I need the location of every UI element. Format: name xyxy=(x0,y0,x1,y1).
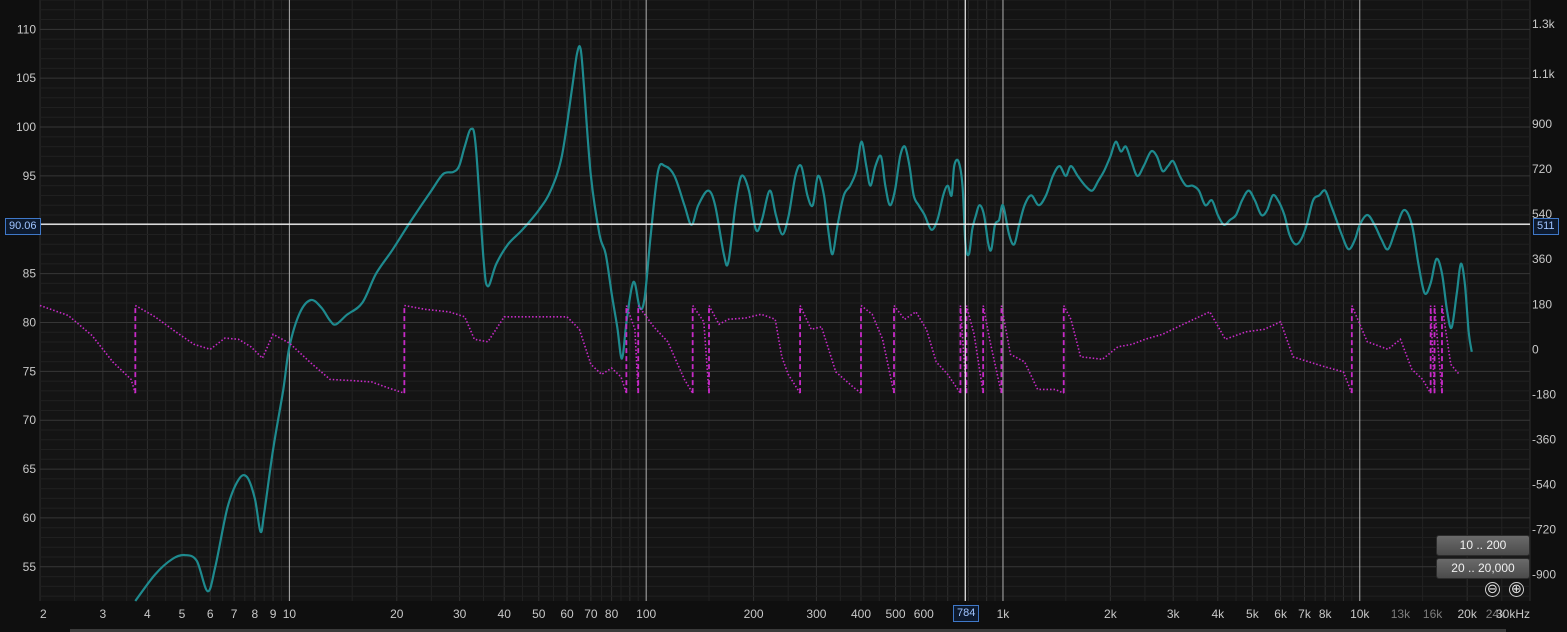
y-right-tick-label: 1.1k xyxy=(1532,67,1556,81)
x-tick-label: 2k xyxy=(1104,607,1118,621)
x-tick-label: 8 xyxy=(251,607,258,621)
x-tick-label: 50 xyxy=(532,607,546,621)
y-right-tick-label: -180 xyxy=(1532,387,1556,401)
x-tick-label: 10 xyxy=(283,607,297,621)
y-left-tick-label: 65 xyxy=(23,462,37,476)
x-tick-label: 80 xyxy=(605,607,619,621)
x-tick-label: 3k xyxy=(1167,607,1181,621)
y-left-tick-label: 95 xyxy=(23,169,37,183)
x-tick-label: 1k xyxy=(997,607,1011,621)
y-right-tick-label: -720 xyxy=(1532,523,1556,537)
x-tick-label: 5k xyxy=(1246,607,1260,621)
y-right-tick-label: -540 xyxy=(1532,478,1556,492)
y-left-tick-label: 75 xyxy=(23,364,37,378)
y-right-tick-label: 720 xyxy=(1532,162,1552,176)
x-tick-label: 600 xyxy=(914,607,934,621)
y-left-tick-label: 110 xyxy=(17,22,36,36)
cursor-x-readout: 784 xyxy=(953,605,980,622)
x-tick-label: 20k xyxy=(1457,607,1477,621)
x-tick-label: 300 xyxy=(806,607,826,621)
zoom-out-icon[interactable]: ⊖ xyxy=(1485,582,1500,597)
cursor-y-right-readout: 511 xyxy=(1533,218,1559,235)
x-tick-label: 6k xyxy=(1274,607,1288,621)
x-tick-label: 8k xyxy=(1319,607,1333,621)
y-right-tick-label: -360 xyxy=(1532,432,1556,446)
x-tick-label: 60 xyxy=(560,607,574,621)
y-left-tick-label: 80 xyxy=(23,315,37,329)
x-tick-label: 10k xyxy=(1350,607,1370,621)
x-tick-label: 500 xyxy=(886,607,906,621)
y-left-tick-label: 100 xyxy=(16,120,36,134)
x-tick-label: 7k xyxy=(1298,607,1312,621)
x-tick-label: 5 xyxy=(179,607,186,621)
y-left-tick-label: 70 xyxy=(23,413,37,427)
y-right-tick-label: 0 xyxy=(1532,342,1539,356)
x-tick-label: 20 xyxy=(390,607,404,621)
x-tick-label: 200 xyxy=(744,607,764,621)
y-right-tick-label: 900 xyxy=(1532,117,1552,131)
x-tick-label: 400 xyxy=(851,607,871,621)
y-left-tick-label: 85 xyxy=(23,267,37,281)
y-left-tick-label: 60 xyxy=(23,511,37,525)
x-tick-label: 9 xyxy=(270,607,277,621)
range-20-20000-button[interactable]: 20 .. 20,000 xyxy=(1436,558,1530,579)
cursor-y-left-readout: 90.06 xyxy=(5,218,41,235)
x-tick-label: 6 xyxy=(207,607,214,621)
frequency-response-chart[interactable]: 2 3 4 5 6 7 8 9 10 20 30 40 50 60 70 80 100 200 300 400 500 6… xyxy=(0,0,1567,632)
x-tick-label: 7 xyxy=(231,607,238,621)
x-tick-label: 13k xyxy=(1391,607,1411,621)
x-tick-label: 3 xyxy=(99,607,106,621)
x-tick-label: 40 xyxy=(498,607,512,621)
y-left-tick-label: 105 xyxy=(16,71,36,85)
y-right-tick-label: 360 xyxy=(1532,252,1552,266)
x-tick-label: 2 xyxy=(40,607,47,621)
range-10-200-button[interactable]: 10 .. 200 xyxy=(1436,535,1530,556)
y-left-tick-label: 55 xyxy=(23,560,37,574)
x-tick-label: 100 xyxy=(636,607,656,621)
x-tick-label: 16k xyxy=(1423,607,1443,621)
x-tick-label: 4k xyxy=(1211,607,1225,621)
y-right-tick-label: 1.3k xyxy=(1532,17,1556,31)
y-right-tick-label: 180 xyxy=(1532,297,1552,311)
y-right-tick-label: -900 xyxy=(1532,568,1556,582)
zoom-in-icon[interactable]: ⊕ xyxy=(1509,582,1524,597)
x-tick-label: 30kHz xyxy=(1496,607,1530,621)
x-tick-label: 4 xyxy=(144,607,151,621)
x-tick-label: 70 xyxy=(584,607,598,621)
x-tick-label: 30 xyxy=(453,607,467,621)
